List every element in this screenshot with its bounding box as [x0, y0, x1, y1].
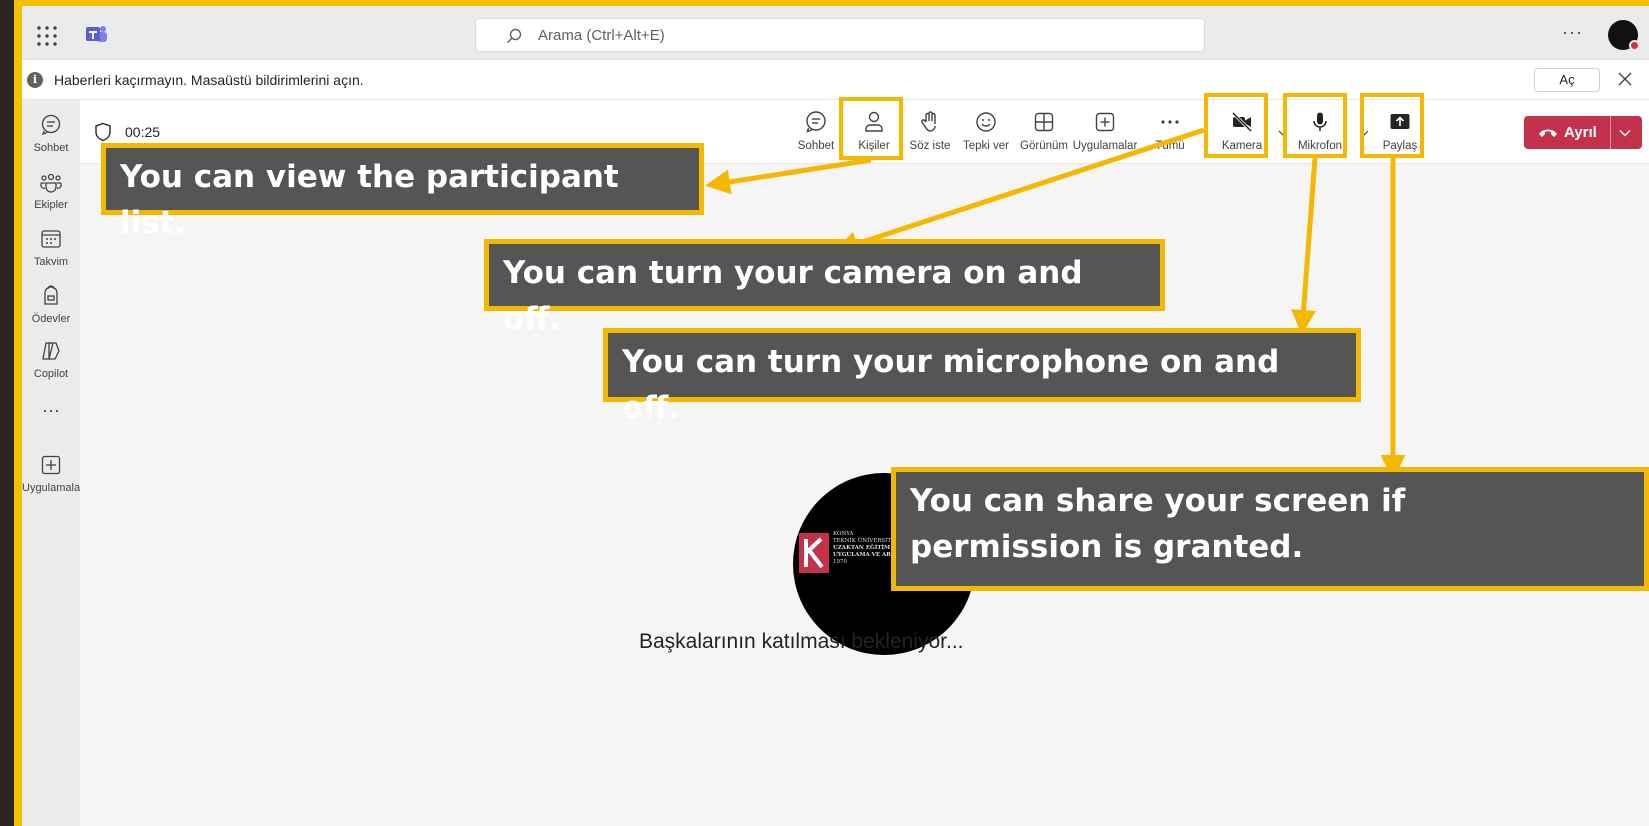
rail-item-teams[interactable]: Ekipler [22, 163, 80, 213]
more-button[interactable]: Tümü [1142, 110, 1198, 154]
callout-participants: You can view the participant list. [101, 143, 704, 241]
more-icon [1161, 120, 1179, 124]
rail-label: Takvim [33, 256, 69, 268]
calendar-icon [41, 230, 61, 248]
view-button[interactable]: Görünüm [1014, 110, 1074, 154]
notification-message: Haberleri kaçırmayın. Masaüstü bildiriml… [54, 72, 364, 88]
more-options-icon[interactable]: ··· [1562, 22, 1583, 43]
university-logo-icon [799, 533, 829, 573]
add-apps-icon [1095, 112, 1115, 132]
waiting-message: Başkalarının katılması bekleniyor... [639, 630, 964, 653]
highlight-microphone [1283, 93, 1347, 158]
callout-share-line2: permission is granted. [910, 529, 1304, 565]
backpack-icon [44, 285, 58, 305]
add-apps-icon [41, 455, 61, 475]
more-apps-icon[interactable]: ··· [22, 400, 80, 421]
chat-icon [41, 114, 61, 136]
raise-hand-label: Söz iste [909, 140, 951, 152]
enable-notifications-button[interactable]: Aç [1534, 68, 1600, 92]
leave-button[interactable]: Ayrıl [1524, 116, 1642, 149]
chat-button[interactable]: Sohbet [788, 110, 844, 154]
callout-share-line1: You can share your screen if [910, 483, 1406, 519]
info-icon: i [27, 72, 43, 88]
search-icon [507, 28, 522, 43]
rail-label: Sohbet [33, 142, 69, 154]
highlight-share [1360, 93, 1424, 158]
rail-item-copilot[interactable]: Copilot [22, 332, 80, 382]
more-label: Tümü [1155, 140, 1185, 152]
callout-share: You can share your screen if permission … [891, 467, 1649, 591]
callout-camera: You can turn your camera on and off. [484, 239, 1165, 337]
rail-label: Ödevler [31, 313, 71, 325]
rail-label: Copilot [33, 368, 69, 380]
teams-logo-icon [86, 26, 107, 42]
leave-divider [1610, 116, 1611, 149]
shield-icon[interactable] [94, 122, 112, 142]
rail-item-chat[interactable]: Sohbet [22, 106, 80, 156]
apps-label: Uygulamalar [1072, 140, 1138, 152]
raise-hand-button[interactable]: Söz iste [902, 110, 958, 154]
callout-microphone: You can turn your microphone on and off. [603, 328, 1361, 426]
rail-item-assignments[interactable]: Ödevler [22, 277, 80, 327]
view-label: Görünüm [1020, 140, 1068, 152]
chat-label: Sohbet [797, 140, 835, 152]
app-rail: Sohbet Ekipler Takvim Ödevler Copilot ··… [22, 100, 84, 826]
chevron-down-icon[interactable] [1618, 126, 1632, 140]
teams-icon [40, 173, 62, 193]
call-timer: 00:25 [125, 124, 161, 140]
highlight-camera [1204, 93, 1268, 158]
app-launcher-icon[interactable] [36, 25, 58, 47]
rail-label: Uygulamalar [22, 482, 84, 494]
search-input[interactable]: Arama (Ctrl+Alt+E) [475, 18, 1205, 52]
rail-label: Ekipler [34, 199, 68, 211]
rail-item-apps[interactable]: Uygulamalar [22, 446, 84, 496]
copilot-icon [42, 342, 60, 360]
react-button[interactable]: Tepki ver [956, 110, 1016, 154]
rail-item-calendar[interactable]: Takvim [22, 220, 80, 270]
close-icon[interactable] [1615, 69, 1635, 89]
emoji-icon [976, 112, 996, 132]
apps-button[interactable]: Uygulamalar [1068, 110, 1142, 154]
title-bar: Arama (Ctrl+Alt+E) ··· [22, 6, 1649, 60]
avatar[interactable] [1608, 20, 1640, 51]
hand-icon [921, 111, 936, 132]
chat-icon [806, 111, 826, 133]
grid-view-icon [1034, 112, 1054, 132]
react-label: Tepki ver [962, 140, 1010, 152]
status-badge [1629, 40, 1640, 51]
search-placeholder: Arama (Ctrl+Alt+E) [538, 27, 665, 44]
hang-up-icon [1539, 129, 1557, 137]
leave-label: Ayrıl [1564, 124, 1597, 141]
highlight-people [839, 97, 903, 160]
